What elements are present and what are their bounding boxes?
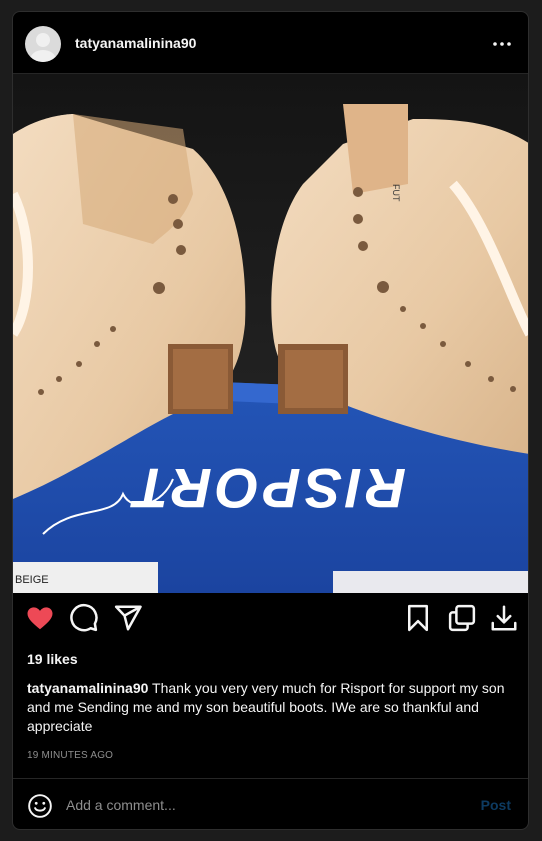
caption-username[interactable]: tatyanamalinina90 — [27, 680, 148, 696]
copy-icon[interactable] — [447, 603, 477, 633]
comment-input[interactable] — [66, 795, 446, 815]
avatar[interactable] — [25, 26, 61, 62]
post-caption: tatyanamalinina90 Thank you very very mu… — [27, 679, 517, 736]
download-icon[interactable] — [489, 603, 519, 633]
comment-icon[interactable] — [69, 603, 99, 633]
box-brand-text: RISPORT — [129, 457, 406, 520]
post-username[interactable]: tatyanamalinina90 — [75, 35, 196, 51]
post-comment-button[interactable]: Post — [481, 797, 511, 813]
bookmark-icon[interactable] — [403, 603, 433, 633]
likes-count[interactable]: 19 likes — [27, 651, 78, 667]
emoji-icon[interactable] — [27, 793, 53, 819]
tag-text: FUT — [391, 184, 401, 202]
heart-icon[interactable] — [25, 603, 55, 633]
comment-bar: Post — [13, 778, 528, 829]
post-timestamp[interactable]: 19 MINUTES AGO — [27, 750, 113, 761]
share-icon[interactable] — [113, 603, 143, 633]
post-actions — [13, 603, 528, 643]
more-options-icon[interactable] — [490, 32, 514, 56]
post-image[interactable]: RISPORT BEIGE FUT — [13, 74, 528, 593]
post-header: tatyanamalinina90 — [13, 12, 528, 74]
post-card: tatyanamalinina90 RISPORT BEIGE FUT 19 l… — [12, 11, 529, 830]
label-color-text: BEIGE — [15, 574, 49, 586]
box-brand-logo: RISPORT — [129, 457, 406, 520]
